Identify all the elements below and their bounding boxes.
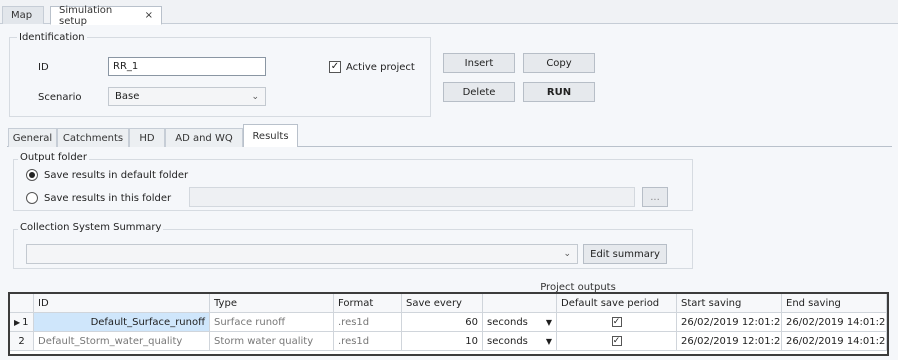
run-button[interactable]: RUN — [523, 82, 595, 102]
cell-start-saving[interactable]: 26/02/2019 12:01:26 — [677, 313, 782, 332]
scenario-dropdown[interactable]: Base ⌄ — [108, 87, 266, 106]
tab-ad-and-wq[interactable]: AD and WQ — [165, 128, 243, 147]
copy-button[interactable]: Copy — [523, 53, 595, 73]
collection-summary-label: Collection System Summary — [18, 222, 164, 233]
chevron-down-icon: ⌄ — [563, 249, 571, 259]
close-icon[interactable]: × — [145, 10, 153, 21]
scenario-value: Base — [115, 91, 140, 102]
tab-general[interactable]: General — [8, 128, 57, 147]
custom-folder-label: Save results in this folder — [44, 193, 172, 204]
tab-hd[interactable]: HD — [129, 128, 165, 147]
id-field-value: RR_1 — [113, 61, 139, 72]
doc-tab-simulation-setup[interactable]: Simulation setup × — [50, 4, 162, 27]
cell-id[interactable]: Default_Storm_water_quality — [34, 332, 210, 351]
id-label: ID — [38, 62, 49, 73]
row-header[interactable]: 2 — [10, 332, 34, 351]
cell-id[interactable]: Default_Surface_runoff — [34, 313, 210, 332]
dropdown-arrow-icon: ▼ — [545, 336, 552, 346]
cell-default-period[interactable]: ✓ — [557, 332, 677, 351]
delete-button[interactable]: Delete — [443, 82, 515, 102]
column-header-format[interactable]: Format — [334, 294, 402, 313]
project-outputs-grid: ID Type Format Save every Default save p… — [8, 292, 889, 356]
cell-end-saving[interactable]: 26/02/2019 14:01:26 — [782, 313, 887, 332]
check-icon: ✓ — [330, 61, 340, 72]
column-header-type[interactable]: Type — [210, 294, 334, 313]
cell-save-every[interactable]: 10 — [402, 332, 483, 351]
browse-folder-button[interactable]: ... — [642, 187, 668, 207]
cell-format[interactable]: .res1d — [334, 313, 402, 332]
row-indicator-icon: ▶ — [14, 317, 21, 327]
identification-group-label: Identification — [17, 32, 87, 43]
id-field[interactable]: RR_1 — [108, 57, 266, 76]
row-header[interactable]: ▶ 1 — [10, 313, 34, 332]
doc-tab-map[interactable]: Map — [2, 6, 44, 24]
folder-path-input[interactable] — [189, 187, 635, 207]
column-header-unit[interactable] — [483, 294, 557, 313]
cell-save-every[interactable]: 60 — [402, 313, 483, 332]
cell-unit-dropdown[interactable]: seconds ▼ — [483, 332, 557, 351]
cell-format[interactable]: .res1d — [334, 332, 402, 351]
tab-results[interactable]: Results — [243, 124, 298, 148]
insert-button[interactable]: Insert — [443, 53, 515, 73]
doc-tab-label: Map — [11, 10, 33, 21]
column-header-id[interactable]: ID — [34, 294, 210, 313]
grid-corner — [10, 294, 34, 313]
default-folder-label: Save results in default folder — [44, 170, 189, 181]
doc-tab-label: Simulation setup — [59, 4, 113, 27]
output-folder-label: Output folder — [18, 152, 89, 163]
column-header-start-saving[interactable]: Start saving — [677, 294, 782, 313]
scenario-label: Scenario — [38, 92, 82, 103]
edit-summary-button[interactable]: Edit summary — [583, 244, 667, 264]
column-header-save-every[interactable]: Save every — [402, 294, 483, 313]
radio-custom-folder[interactable] — [26, 192, 38, 204]
radio-default-folder[interactable] — [26, 169, 38, 181]
cell-type[interactable]: Storm water quality — [210, 332, 334, 351]
default-period-checkbox[interactable]: ✓ — [611, 317, 622, 327]
dropdown-arrow-icon: ▼ — [545, 317, 552, 327]
chevron-down-icon: ⌄ — [251, 91, 259, 102]
cell-start-saving[interactable]: 26/02/2019 12:01:26 — [677, 332, 782, 351]
unit-value: seconds — [487, 316, 528, 328]
cell-unit-dropdown[interactable]: seconds ▼ — [483, 313, 557, 332]
active-project-checkbox[interactable]: ✓ — [329, 61, 341, 73]
column-header-end-saving[interactable]: End saving — [782, 294, 887, 313]
default-period-checkbox[interactable]: ✓ — [611, 336, 622, 346]
tab-catchments[interactable]: Catchments — [57, 128, 129, 147]
active-project-label: Active project — [346, 62, 415, 73]
cell-end-saving[interactable]: 26/02/2019 14:01:26 — [782, 332, 887, 351]
cell-default-period[interactable]: ✓ — [557, 313, 677, 332]
unit-value: seconds — [487, 335, 528, 347]
row-number: 1 — [22, 316, 29, 328]
cell-type[interactable]: Surface runoff — [210, 313, 334, 332]
column-header-default-period[interactable]: Default save period — [557, 294, 677, 313]
summary-dropdown[interactable]: ⌄ — [26, 244, 578, 264]
row-number: 2 — [18, 335, 25, 347]
radio-selected-dot — [29, 172, 35, 178]
